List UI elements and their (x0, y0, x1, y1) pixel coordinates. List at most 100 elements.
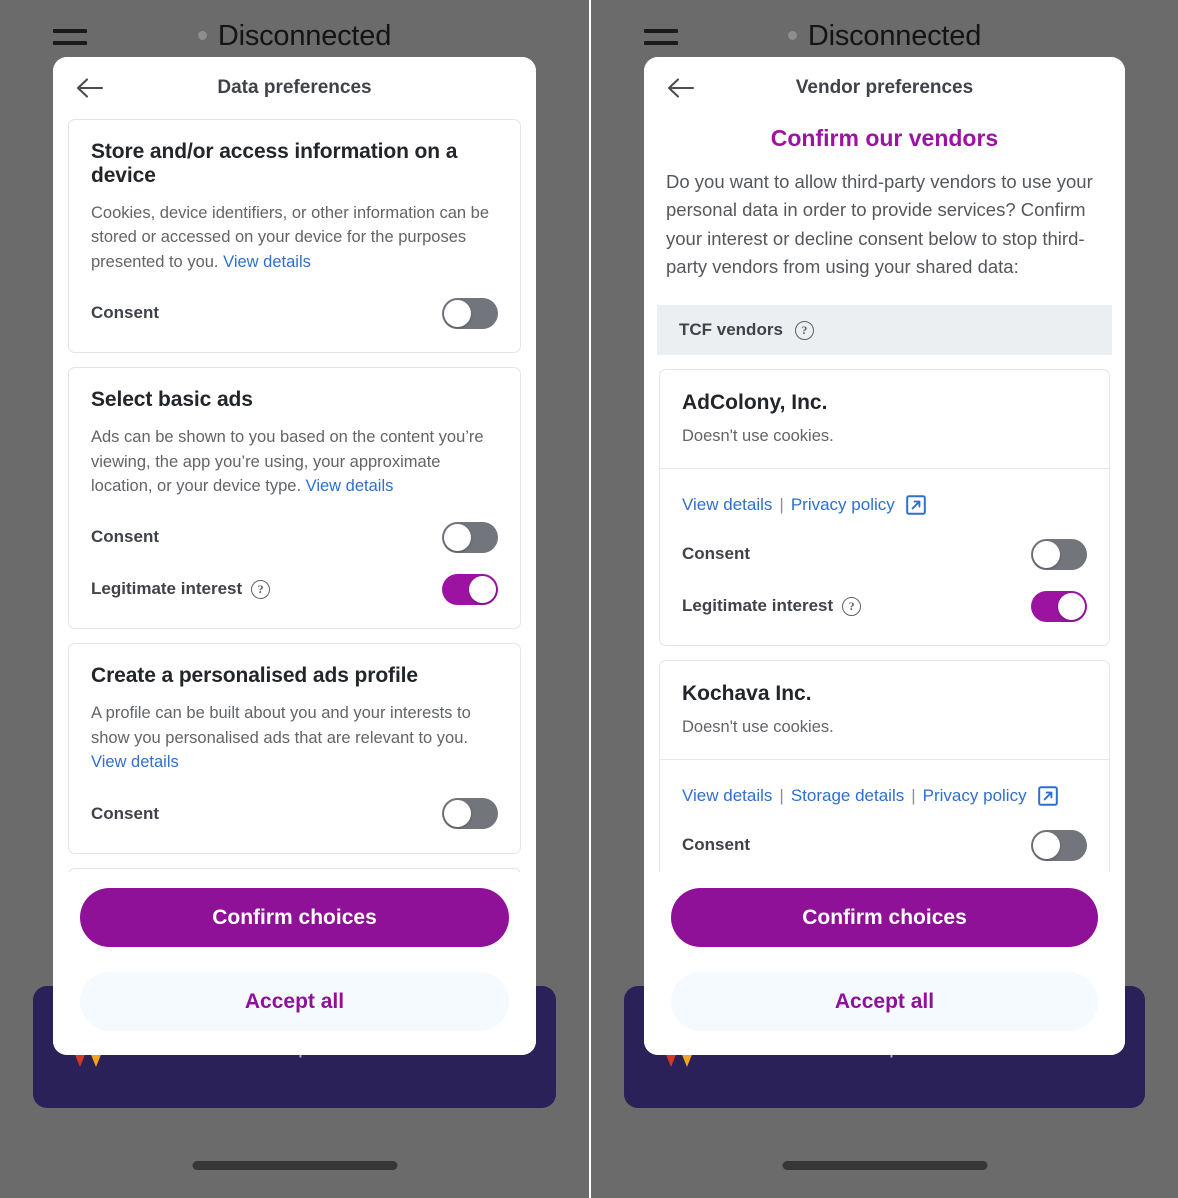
question-mark-icon[interactable]: ? (842, 596, 862, 616)
vendor-links: View details | Privacy policy (682, 495, 1087, 515)
accept-all-button[interactable]: Accept all (80, 972, 509, 1031)
privacy-policy-link[interactable]: Privacy policy (791, 495, 895, 515)
vendor-intro-title: Confirm our vendors (770, 125, 999, 151)
external-link-icon[interactable] (905, 495, 926, 515)
vendor-list[interactable]: Confirm our vendors Do you want to allow… (644, 119, 1125, 872)
purpose-description: Cookies, device identifiers, or other in… (91, 201, 498, 274)
tcf-vendors-label: TCF vendors (679, 320, 783, 340)
consent-row: Consent (91, 520, 498, 554)
link-separator: | (779, 786, 784, 806)
privacy-policy-link[interactable]: Privacy policy (923, 786, 1027, 806)
sheet-title-right: Vendor preferences (795, 77, 974, 98)
legitimate-interest-toggle[interactable] (442, 573, 498, 605)
phone-left: Disconnected No ads & faster speeds. (0, 0, 589, 1198)
sheet-footer-right: Confirm choices Accept all (644, 872, 1125, 1055)
data-preferences-sheet: Data preferences Store and/or access inf… (53, 57, 536, 1055)
connection-status-left: Disconnected (17, 20, 572, 53)
consent-label: Consent (91, 804, 159, 824)
purpose-description-text: Ads can be shown to you based on the con… (91, 428, 484, 496)
consent-toggle[interactable] (1031, 538, 1087, 570)
vendor-header: Kochava Inc. Doesn't use cookies. (660, 661, 1109, 759)
consent-label-text: Consent (682, 835, 750, 855)
question-mark-icon[interactable]: ? (251, 579, 271, 599)
accept-all-button[interactable]: Accept all (671, 972, 1098, 1031)
sheet-header-left: Data preferences (53, 57, 536, 119)
consent-label: Consent (682, 835, 750, 855)
phone-right: Disconnected No ads & faster speeds. (589, 0, 1178, 1198)
consent-label-text: Consent (91, 803, 159, 823)
screenshot-stage: Disconnected No ads & faster speeds. (0, 0, 1178, 1198)
view-details-link[interactable]: View details (682, 786, 772, 806)
consent-toggle[interactable] (1031, 829, 1087, 861)
consent-toggle[interactable] (442, 798, 498, 830)
connection-status-right: Disconnected (608, 20, 1161, 53)
purpose-card: Store and/or access information on a dev… (68, 119, 521, 354)
legitimate-interest-label: Legitimate interest ? (682, 596, 862, 616)
sheet-title-left: Data preferences (217, 77, 372, 98)
legitimate-interest-label: Legitimate interest ? (91, 579, 271, 599)
confirm-choices-button[interactable]: Confirm choices (80, 888, 509, 947)
vendor-body: View details | Storage details | Privacy… (660, 759, 1109, 872)
view-details-link[interactable]: View details (223, 253, 311, 271)
phone-right-viewport: Disconnected No ads & faster speeds. (608, 0, 1161, 1198)
purpose-title: Store and/or access information on a dev… (91, 140, 458, 187)
purpose-card: Select basic ads Ads can be shown to you… (68, 367, 521, 630)
legitimate-interest-toggle[interactable] (1031, 590, 1087, 622)
purpose-title: Create a personalised ads profile (91, 664, 418, 688)
consent-toggle[interactable] (442, 297, 498, 329)
purpose-card: Create a personalised ads profile A prof… (68, 643, 521, 854)
purpose-description-text: A profile can be built about you and you… (91, 704, 471, 747)
sheet-footer-left: Confirm choices Accept all (53, 872, 536, 1055)
status-dot-icon (787, 31, 797, 41)
link-separator: | (779, 495, 784, 515)
legitimate-interest-label-text: Legitimate interest (682, 596, 834, 616)
status-dot-icon (197, 31, 207, 41)
view-details-link[interactable]: View details (682, 495, 772, 515)
purpose-list[interactable]: Store and/or access information on a dev… (53, 119, 536, 872)
legitimate-interest-label-text: Legitimate interest (91, 579, 243, 599)
vendor-name: Kochava Inc. (682, 682, 812, 706)
consent-row: Consent (682, 828, 1087, 862)
home-indicator-left (192, 1161, 397, 1170)
consent-toggle[interactable] (442, 521, 498, 553)
phone-left-viewport: Disconnected No ads & faster speeds. (17, 0, 572, 1198)
tcf-vendors-section-header: TCF vendors ? (657, 305, 1112, 356)
consent-label: Consent (682, 544, 750, 564)
home-indicator-right (782, 1161, 987, 1170)
vendor-body: View details | Privacy policy Consent Le… (660, 468, 1109, 645)
storage-details-link[interactable]: Storage details (791, 786, 904, 806)
consent-label-text: Consent (91, 527, 159, 547)
consent-row: Consent (91, 296, 498, 330)
back-arrow-icon[interactable] (664, 71, 698, 105)
purpose-title: Select basic ads (91, 388, 253, 412)
vendor-preferences-sheet: Vendor preferences Confirm our vendors D… (644, 57, 1125, 1055)
connection-status-label: Disconnected (217, 20, 392, 52)
vendor-links: View details | Storage details | Privacy… (682, 786, 1087, 806)
legitimate-interest-row: Legitimate interest ? (682, 589, 1087, 623)
vendor-intro-text: Do you want to allow third-party vendors… (666, 171, 1093, 277)
purpose-description: A profile can be built about you and you… (91, 701, 498, 774)
external-link-icon[interactable] (1037, 786, 1058, 806)
vendor-card: Kochava Inc. Doesn't use cookies. View d… (659, 660, 1110, 872)
question-mark-icon[interactable]: ? (794, 320, 814, 340)
vendor-header: AdColony, Inc. Doesn't use cookies. (660, 370, 1109, 468)
consent-row: Consent (91, 797, 498, 831)
view-details-link[interactable]: View details (306, 477, 394, 495)
consent-row: Consent (682, 537, 1087, 571)
vendor-card: AdColony, Inc. Doesn't use cookies. View… (659, 369, 1110, 647)
consent-label: Consent (91, 303, 159, 323)
sheet-header-right: Vendor preferences (644, 57, 1125, 119)
consent-label: Consent (91, 527, 159, 547)
legitimate-interest-row: Legitimate interest ? (91, 572, 498, 606)
link-separator: | (911, 786, 916, 806)
consent-label-text: Consent (682, 544, 750, 564)
consent-label-text: Consent (91, 303, 159, 323)
connection-status-label: Disconnected (807, 20, 982, 52)
view-details-link[interactable]: View details (91, 753, 179, 771)
purpose-description: Ads can be shown to you based on the con… (91, 425, 498, 498)
vendor-name: AdColony, Inc. (682, 391, 828, 415)
vendor-cookie-note: Doesn't use cookies. (682, 718, 834, 737)
back-arrow-icon[interactable] (73, 71, 107, 105)
vendor-cookie-note: Doesn't use cookies. (682, 427, 834, 446)
confirm-choices-button[interactable]: Confirm choices (671, 888, 1098, 947)
